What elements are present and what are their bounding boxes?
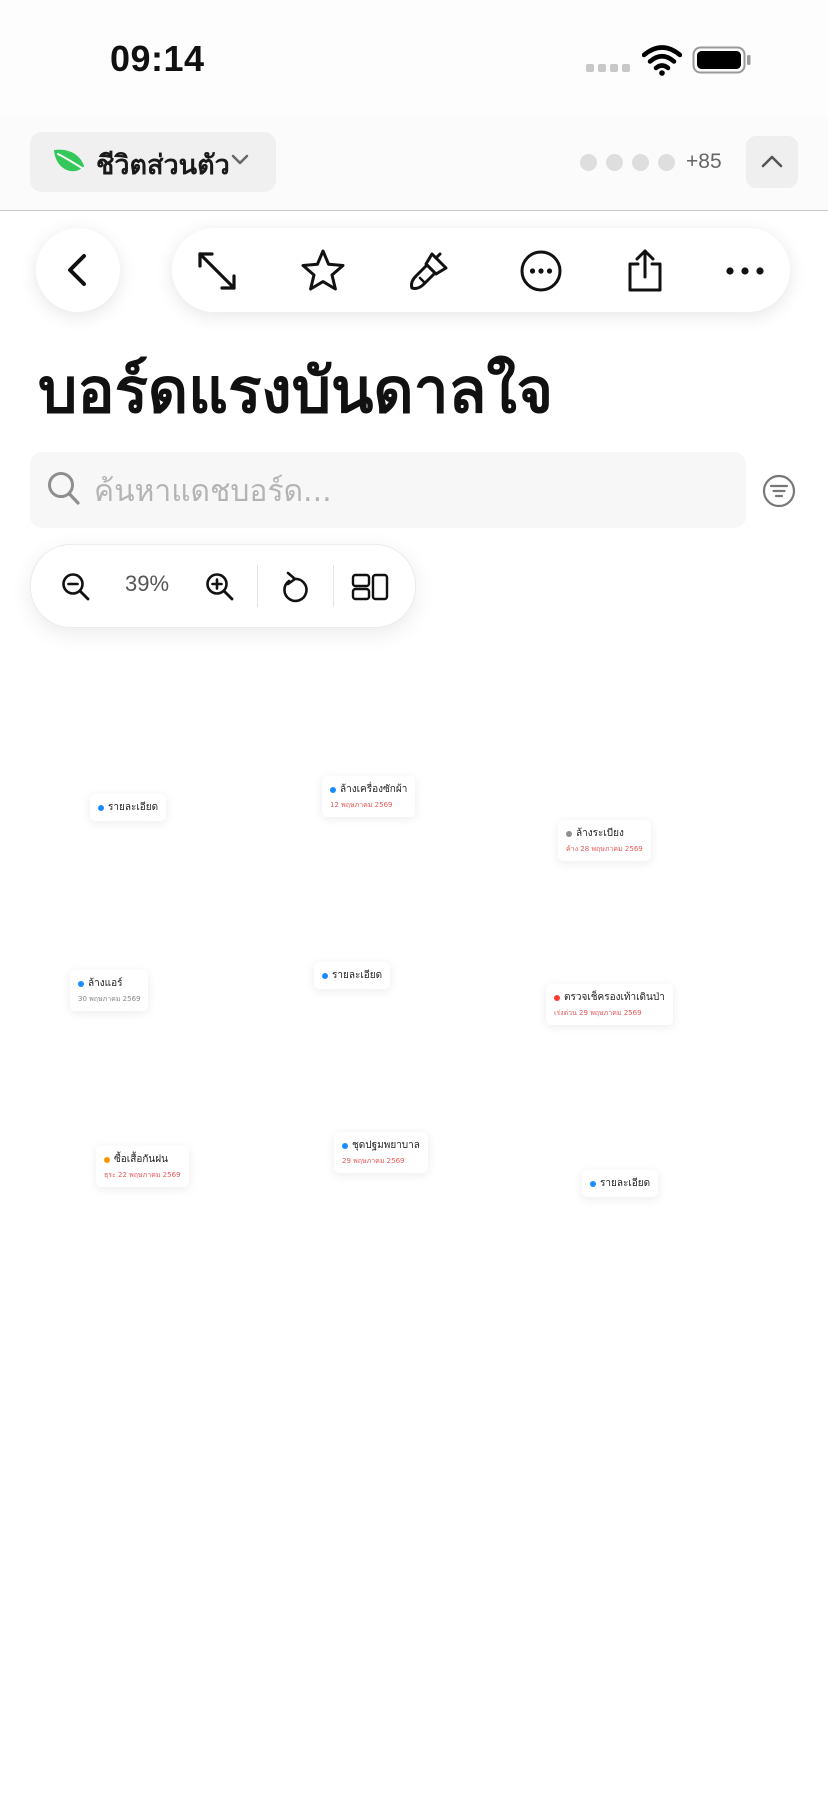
back-button[interactable] — [36, 228, 120, 312]
card-title: ตรวจเช็ครองเท้าเดินป่า — [564, 992, 665, 1003]
leaf-icon — [54, 149, 84, 172]
status-dot — [98, 804, 104, 811]
zoom-level: 39% — [125, 571, 170, 596]
status-dot — [590, 1180, 596, 1187]
more-horizontal-icon[interactable] — [722, 248, 768, 294]
board-card[interactable]: รายละเอียด — [582, 1170, 659, 1197]
chevron-left-icon — [68, 254, 86, 286]
star-icon[interactable] — [300, 248, 346, 294]
search-box[interactable] — [30, 452, 746, 528]
card-date: 12 พฤษภาคม 2569 — [330, 801, 393, 809]
reset-zoom-icon[interactable] — [279, 571, 309, 603]
board-card[interactable]: ล้างแอร์ 30 พฤษภาคม 2569 — [70, 970, 149, 1011]
share-icon[interactable] — [622, 248, 668, 294]
chevron-down-icon — [231, 154, 249, 165]
status-dot — [78, 980, 84, 987]
card-title: รายละเอียด — [332, 970, 383, 981]
zoom-divider — [333, 565, 334, 607]
board-card[interactable]: ซื้อเสื้อกันฝน ธุระ 22 พฤษภาคม 2569 — [96, 1146, 189, 1187]
board-card[interactable]: รายละเอียด — [90, 794, 167, 821]
workspace-switcher[interactable]: ชีวิตส่วนตัว — [30, 132, 276, 192]
board-title: บอร์ดแรงบันดาลใจ — [38, 354, 554, 427]
battery-icon — [692, 46, 751, 74]
workspace-name: ชีวิตส่วนตัว — [96, 150, 230, 181]
board-card[interactable]: ตรวจเช็ครองเท้าเดินป่า เร่งด่วน 29 พฤษภา… — [546, 984, 673, 1025]
board-screen: 09:14 ชีวิตส่วนตัว +85 บอร์ดแรงบันดาลใจ … — [0, 0, 828, 1800]
avatar — [632, 154, 649, 171]
card-title: ล้างระเบียง — [576, 828, 624, 839]
status-dot — [104, 1156, 110, 1163]
filter-icon[interactable] — [762, 474, 796, 508]
avatar — [658, 154, 675, 171]
card-date: 29 พฤษภาคม 2569 — [342, 1157, 405, 1165]
chevron-up-icon — [761, 155, 783, 168]
status-dot — [322, 972, 328, 979]
card-title: ล้างแอร์ — [88, 978, 123, 989]
card-title: รายละเอียด — [108, 802, 159, 813]
search-input[interactable] — [92, 466, 716, 516]
status-dot — [566, 830, 572, 837]
board-canvas[interactable]: รายละเอียด ล้างเครื่องซักผ้า 12 พฤษภาคม … — [0, 640, 828, 1800]
avatar — [580, 154, 597, 171]
cellular-signal-icon — [586, 64, 630, 74]
card-title: ซื้อเสื้อกันฝน — [114, 1154, 168, 1165]
card-title: รายละเอียด — [600, 1178, 651, 1189]
avatar — [606, 154, 623, 171]
status-bar: 09:14 — [0, 0, 828, 116]
collapse-button[interactable] — [746, 136, 798, 188]
zoom-divider — [257, 565, 258, 607]
expand-icon[interactable] — [194, 248, 240, 294]
card-title: ล้างเครื่องซักผ้า — [340, 784, 408, 795]
board-card[interactable]: ล้างเครื่องซักผ้า 12 พฤษภาคม 2569 — [322, 776, 416, 817]
card-date: ค้าง 28 พฤษภาคม 2569 — [566, 845, 643, 853]
card-date: เร่งด่วน 29 พฤษภาคม 2569 — [554, 1009, 642, 1017]
zoom-in-icon[interactable] — [205, 572, 235, 602]
search-icon — [48, 472, 80, 505]
card-title: ชุดปฐมพยาบาล — [352, 1140, 420, 1151]
layout-icon[interactable] — [351, 573, 389, 601]
board-card[interactable]: ล้างระเบียง ค้าง 28 พฤษภาคม 2569 — [558, 820, 651, 861]
board-card[interactable]: ชุดปฐมพยาบาล 29 พฤษภาคม 2569 — [334, 1132, 428, 1173]
workspace-header: ชีวิตส่วนตัว +85 — [0, 116, 828, 211]
member-count: +85 — [686, 150, 722, 173]
status-dot — [554, 994, 560, 1001]
card-date: 30 พฤษภาคม 2569 — [78, 995, 141, 1003]
status-time: 09:14 — [110, 38, 205, 79]
zoom-out-icon[interactable] — [61, 572, 91, 602]
status-dot — [330, 786, 336, 793]
board-card[interactable]: รายละเอียด — [314, 962, 391, 989]
board-toolbar — [172, 228, 790, 312]
zoom-controls: 39% — [30, 544, 416, 628]
wifi-icon — [642, 45, 682, 76]
status-dot — [342, 1142, 348, 1149]
paintbrush-icon[interactable] — [406, 248, 452, 294]
more-circle-icon[interactable] — [518, 248, 564, 294]
card-date: ธุระ 22 พฤษภาคม 2569 — [104, 1171, 181, 1179]
